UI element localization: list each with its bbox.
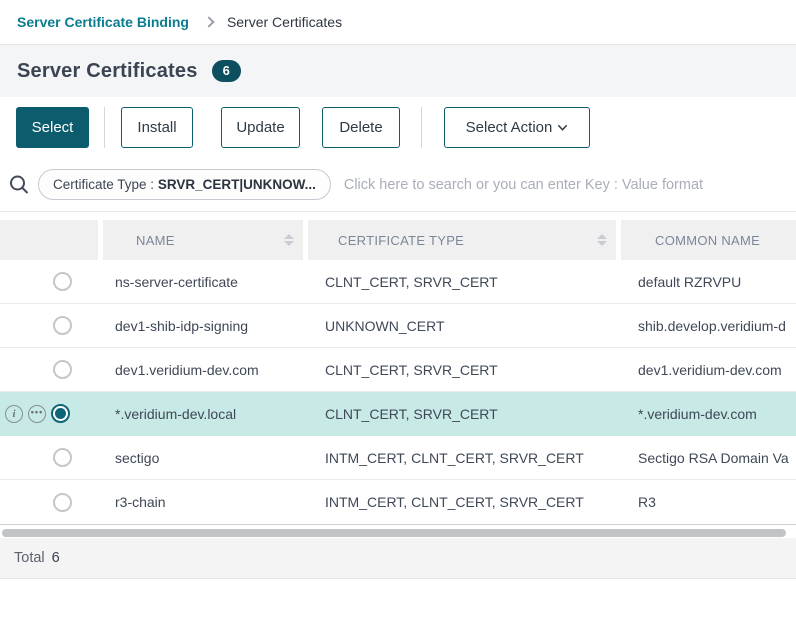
column-header-certificate-type[interactable]: CERTIFICATE TYPE: [308, 220, 616, 260]
horizontal-scrollbar: [0, 529, 796, 537]
cell-name: *.veridium-dev.local: [103, 406, 313, 422]
sort-icon[interactable]: [597, 234, 607, 246]
select-action-dropdown[interactable]: Select Action: [444, 107, 590, 148]
total-value: 6: [52, 550, 60, 566]
table-row[interactable]: dev1-shib-idp-signing UNKNOWN_CERT shib.…: [0, 304, 796, 348]
column-header-certificate-type-label: CERTIFICATE TYPE: [338, 233, 464, 248]
page-title: Server Certificates: [17, 60, 198, 83]
cell-common-name: default RZRVPU: [626, 274, 796, 290]
search-input[interactable]: [344, 177, 796, 193]
toolbar-divider: [104, 107, 105, 148]
table-row[interactable]: dev1.veridium-dev.com CLNT_CERT, SRVR_CE…: [0, 348, 796, 392]
select-button[interactable]: Select: [16, 107, 89, 148]
ellipsis-menu-icon[interactable]: •••: [28, 405, 46, 423]
row-radio-button[interactable]: [53, 272, 72, 291]
filter-chip-key: Certificate Type :: [53, 177, 154, 192]
cell-name: dev1.veridium-dev.com: [103, 362, 313, 378]
cell-common-name: dev1.veridium-dev.com: [626, 362, 796, 378]
table-row[interactable]: r3-chain INTM_CERT, CLNT_CERT, SRVR_CERT…: [0, 480, 796, 524]
cell-name: ns-server-certificate: [103, 274, 313, 290]
toolbar: Select Install Update Delete Select Acti…: [16, 107, 796, 148]
cell-certificate-type: UNKNOWN_CERT: [313, 318, 626, 334]
filter-chip-value: SRVR_CERT|UNKNOW...: [158, 177, 316, 192]
breadcrumb: Server Certificate Binding Server Certif…: [0, 0, 796, 45]
horizontal-scrollbar-thumb[interactable]: [2, 529, 786, 537]
cell-name: r3-chain: [103, 494, 313, 510]
chevron-down-icon: [557, 122, 568, 133]
breadcrumb-link-server-certificate-binding[interactable]: Server Certificate Binding: [17, 14, 189, 30]
cell-certificate-type: CLNT_CERT, SRVR_CERT: [313, 274, 626, 290]
info-icon[interactable]: i: [5, 405, 23, 423]
count-badge: 6: [212, 60, 241, 82]
chevron-right-icon: [203, 16, 214, 27]
table-footer: Total 6: [0, 538, 796, 579]
cell-certificate-type: INTM_CERT, CLNT_CERT, SRVR_CERT: [313, 450, 626, 466]
cell-common-name: *.veridium-dev.com: [626, 406, 796, 422]
select-action-label: Select Action: [466, 119, 553, 136]
search-icon: [8, 174, 30, 196]
cell-certificate-type: INTM_CERT, CLNT_CERT, SRVR_CERT: [313, 494, 626, 510]
install-button[interactable]: Install: [121, 107, 193, 148]
row-radio-button[interactable]: [53, 448, 72, 467]
table-row[interactable]: ns-server-certificate CLNT_CERT, SRVR_CE…: [0, 260, 796, 304]
cell-common-name: R3: [626, 494, 796, 510]
title-bar: Server Certificates 6: [0, 45, 796, 97]
breadcrumb-current: Server Certificates: [227, 14, 342, 30]
search-bar: Certificate Type : SRVR_CERT|UNKNOW...: [0, 169, 796, 200]
cell-certificate-type: CLNT_CERT, SRVR_CERT: [313, 406, 626, 422]
update-button[interactable]: Update: [221, 107, 300, 148]
table-row-selected[interactable]: i ••• *.veridium-dev.local CLNT_CERT, SR…: [0, 392, 796, 436]
cell-common-name: Sectigo RSA Domain Va: [626, 450, 796, 466]
table-header: NAME CERTIFICATE TYPE COMMON NAME: [0, 220, 796, 260]
cell-common-name: shib.develop.veridium-d: [626, 318, 796, 334]
row-radio-button[interactable]: [53, 316, 72, 335]
delete-button[interactable]: Delete: [322, 107, 400, 148]
cell-name: dev1-shib-idp-signing: [103, 318, 313, 334]
column-header-name-label: NAME: [136, 233, 175, 248]
row-radio-button[interactable]: [53, 493, 72, 512]
cell-name: sectigo: [103, 450, 313, 466]
total-label: Total: [14, 550, 45, 566]
table-body: ns-server-certificate CLNT_CERT, SRVR_CE…: [0, 260, 796, 525]
table-row[interactable]: sectigo INTM_CERT, CLNT_CERT, SRVR_CERT …: [0, 436, 796, 480]
toolbar-divider: [421, 107, 422, 148]
row-radio-button-checked[interactable]: [51, 404, 70, 423]
filter-chip-certificate-type[interactable]: Certificate Type : SRVR_CERT|UNKNOW...: [38, 169, 331, 200]
cell-certificate-type: CLNT_CERT, SRVR_CERT: [313, 362, 626, 378]
row-radio-button[interactable]: [53, 360, 72, 379]
column-header-name[interactable]: NAME: [103, 220, 303, 260]
column-header-common-name-label: COMMON NAME: [655, 233, 760, 248]
column-header-select: [0, 220, 98, 260]
sort-icon[interactable]: [284, 234, 294, 246]
column-header-common-name[interactable]: COMMON NAME: [621, 220, 796, 260]
divider: [0, 211, 796, 212]
